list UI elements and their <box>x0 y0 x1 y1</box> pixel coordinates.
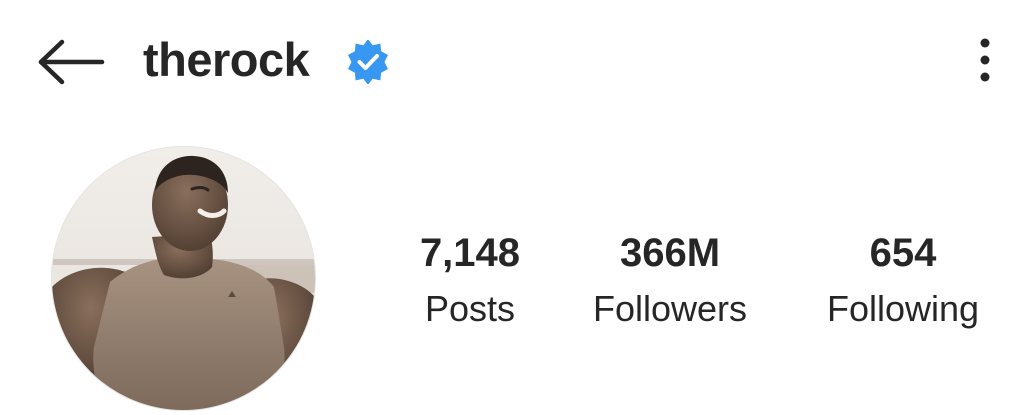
profile-username: therock <box>143 33 310 86</box>
more-options-button[interactable] <box>966 36 1004 86</box>
followers-label: Followers <box>592 288 748 329</box>
more-vertical-icon <box>980 38 990 82</box>
posts-stat[interactable]: 7,148 Posts <box>398 226 542 336</box>
verified-badge-icon <box>348 39 388 85</box>
profile-avatar[interactable] <box>52 147 315 410</box>
followers-count: 366M <box>619 231 721 275</box>
following-count: 654 <box>869 231 937 275</box>
followers-stat[interactable]: 366M Followers <box>570 226 770 336</box>
posts-count: 7,148 <box>419 231 521 275</box>
verified-badge <box>346 39 390 85</box>
profile-header: therock <box>0 0 1024 120</box>
back-arrow-icon <box>38 39 105 85</box>
back-button[interactable] <box>36 38 106 86</box>
posts-label: Posts <box>424 288 516 329</box>
profile-page: therock 7,148 Posts 366M Followers 654 F… <box>0 0 1024 415</box>
avatar-photo <box>52 147 315 410</box>
following-label: Following <box>826 288 980 329</box>
following-stat[interactable]: 654 Following <box>806 226 1000 336</box>
